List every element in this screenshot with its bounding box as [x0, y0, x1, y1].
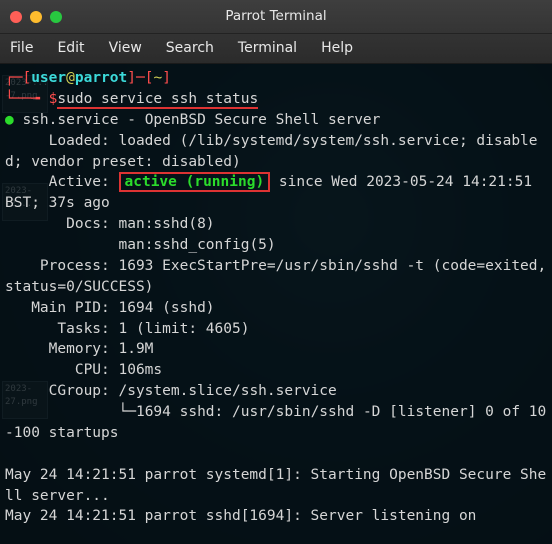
prompt-user: user — [31, 70, 66, 86]
cgroup-line: CGroup: /system.slice/ssh.service — [5, 383, 337, 399]
prompt-path: ~ — [153, 70, 162, 86]
journal-log-line: May 24 14:21:51 parrot systemd[1]: Start… — [5, 467, 546, 504]
command-entered: sudo service ssh status — [57, 91, 258, 107]
prompt-host: parrot — [75, 70, 127, 86]
prompt-bracket: ] — [162, 70, 171, 86]
status-bullet-icon: ● — [5, 112, 14, 128]
docs-link: man:sshd(8) — [119, 216, 215, 232]
process-line: Process: 1693 ExecStartPre=/usr/sbin/ssh… — [5, 258, 552, 295]
loaded-line: Loaded: loaded (/lib/systemd/system/ssh.… — [5, 133, 538, 170]
terminal-window: Parrot Terminal File Edit View Search Te… — [0, 0, 552, 544]
menu-edit[interactable]: Edit — [57, 38, 84, 58]
menu-bar: File Edit View Search Terminal Help — [0, 34, 552, 64]
annotation-underline — [57, 107, 258, 109]
service-name: ssh.service - — [14, 112, 145, 128]
prompt-at: @ — [66, 70, 75, 86]
active-label: Active: — [5, 174, 119, 190]
prompt-line2-prefix: └──╼ — [5, 91, 49, 107]
blank-line — [5, 446, 14, 462]
titlebar: Parrot Terminal — [0, 0, 552, 34]
menu-file[interactable]: File — [10, 38, 33, 58]
journal-log-line: May 24 14:21:51 parrot sshd[1694]: Serve… — [5, 508, 476, 524]
memory-line: Memory: 1.9M — [5, 341, 153, 357]
window-title: Parrot Terminal — [0, 7, 552, 26]
prompt-bracket: ]─[ — [127, 70, 153, 86]
menu-search[interactable]: Search — [166, 38, 214, 58]
menu-terminal[interactable]: Terminal — [238, 38, 297, 58]
docs-label: Docs: — [5, 216, 119, 232]
terminal-content[interactable]: ┌─[user@parrot]─[~] └──╼ $sudo service s… — [0, 64, 552, 544]
menu-view[interactable]: View — [109, 38, 142, 58]
menu-help[interactable]: Help — [321, 38, 353, 58]
active-status: active (running) — [119, 172, 271, 192]
service-description: OpenBSD Secure Shell server — [145, 112, 381, 128]
docs-pad — [5, 237, 119, 253]
tree-branch-icon: └─ — [5, 404, 136, 420]
prompt-bracket: ┌─[ — [5, 70, 31, 86]
cpu-line: CPU: 106ms — [5, 362, 162, 378]
docs-link: man:sshd_config(5) — [119, 237, 276, 253]
tasks-line: Tasks: 1 (limit: 4605) — [5, 321, 249, 337]
mainpid-line: Main PID: 1694 (sshd) — [5, 300, 215, 316]
